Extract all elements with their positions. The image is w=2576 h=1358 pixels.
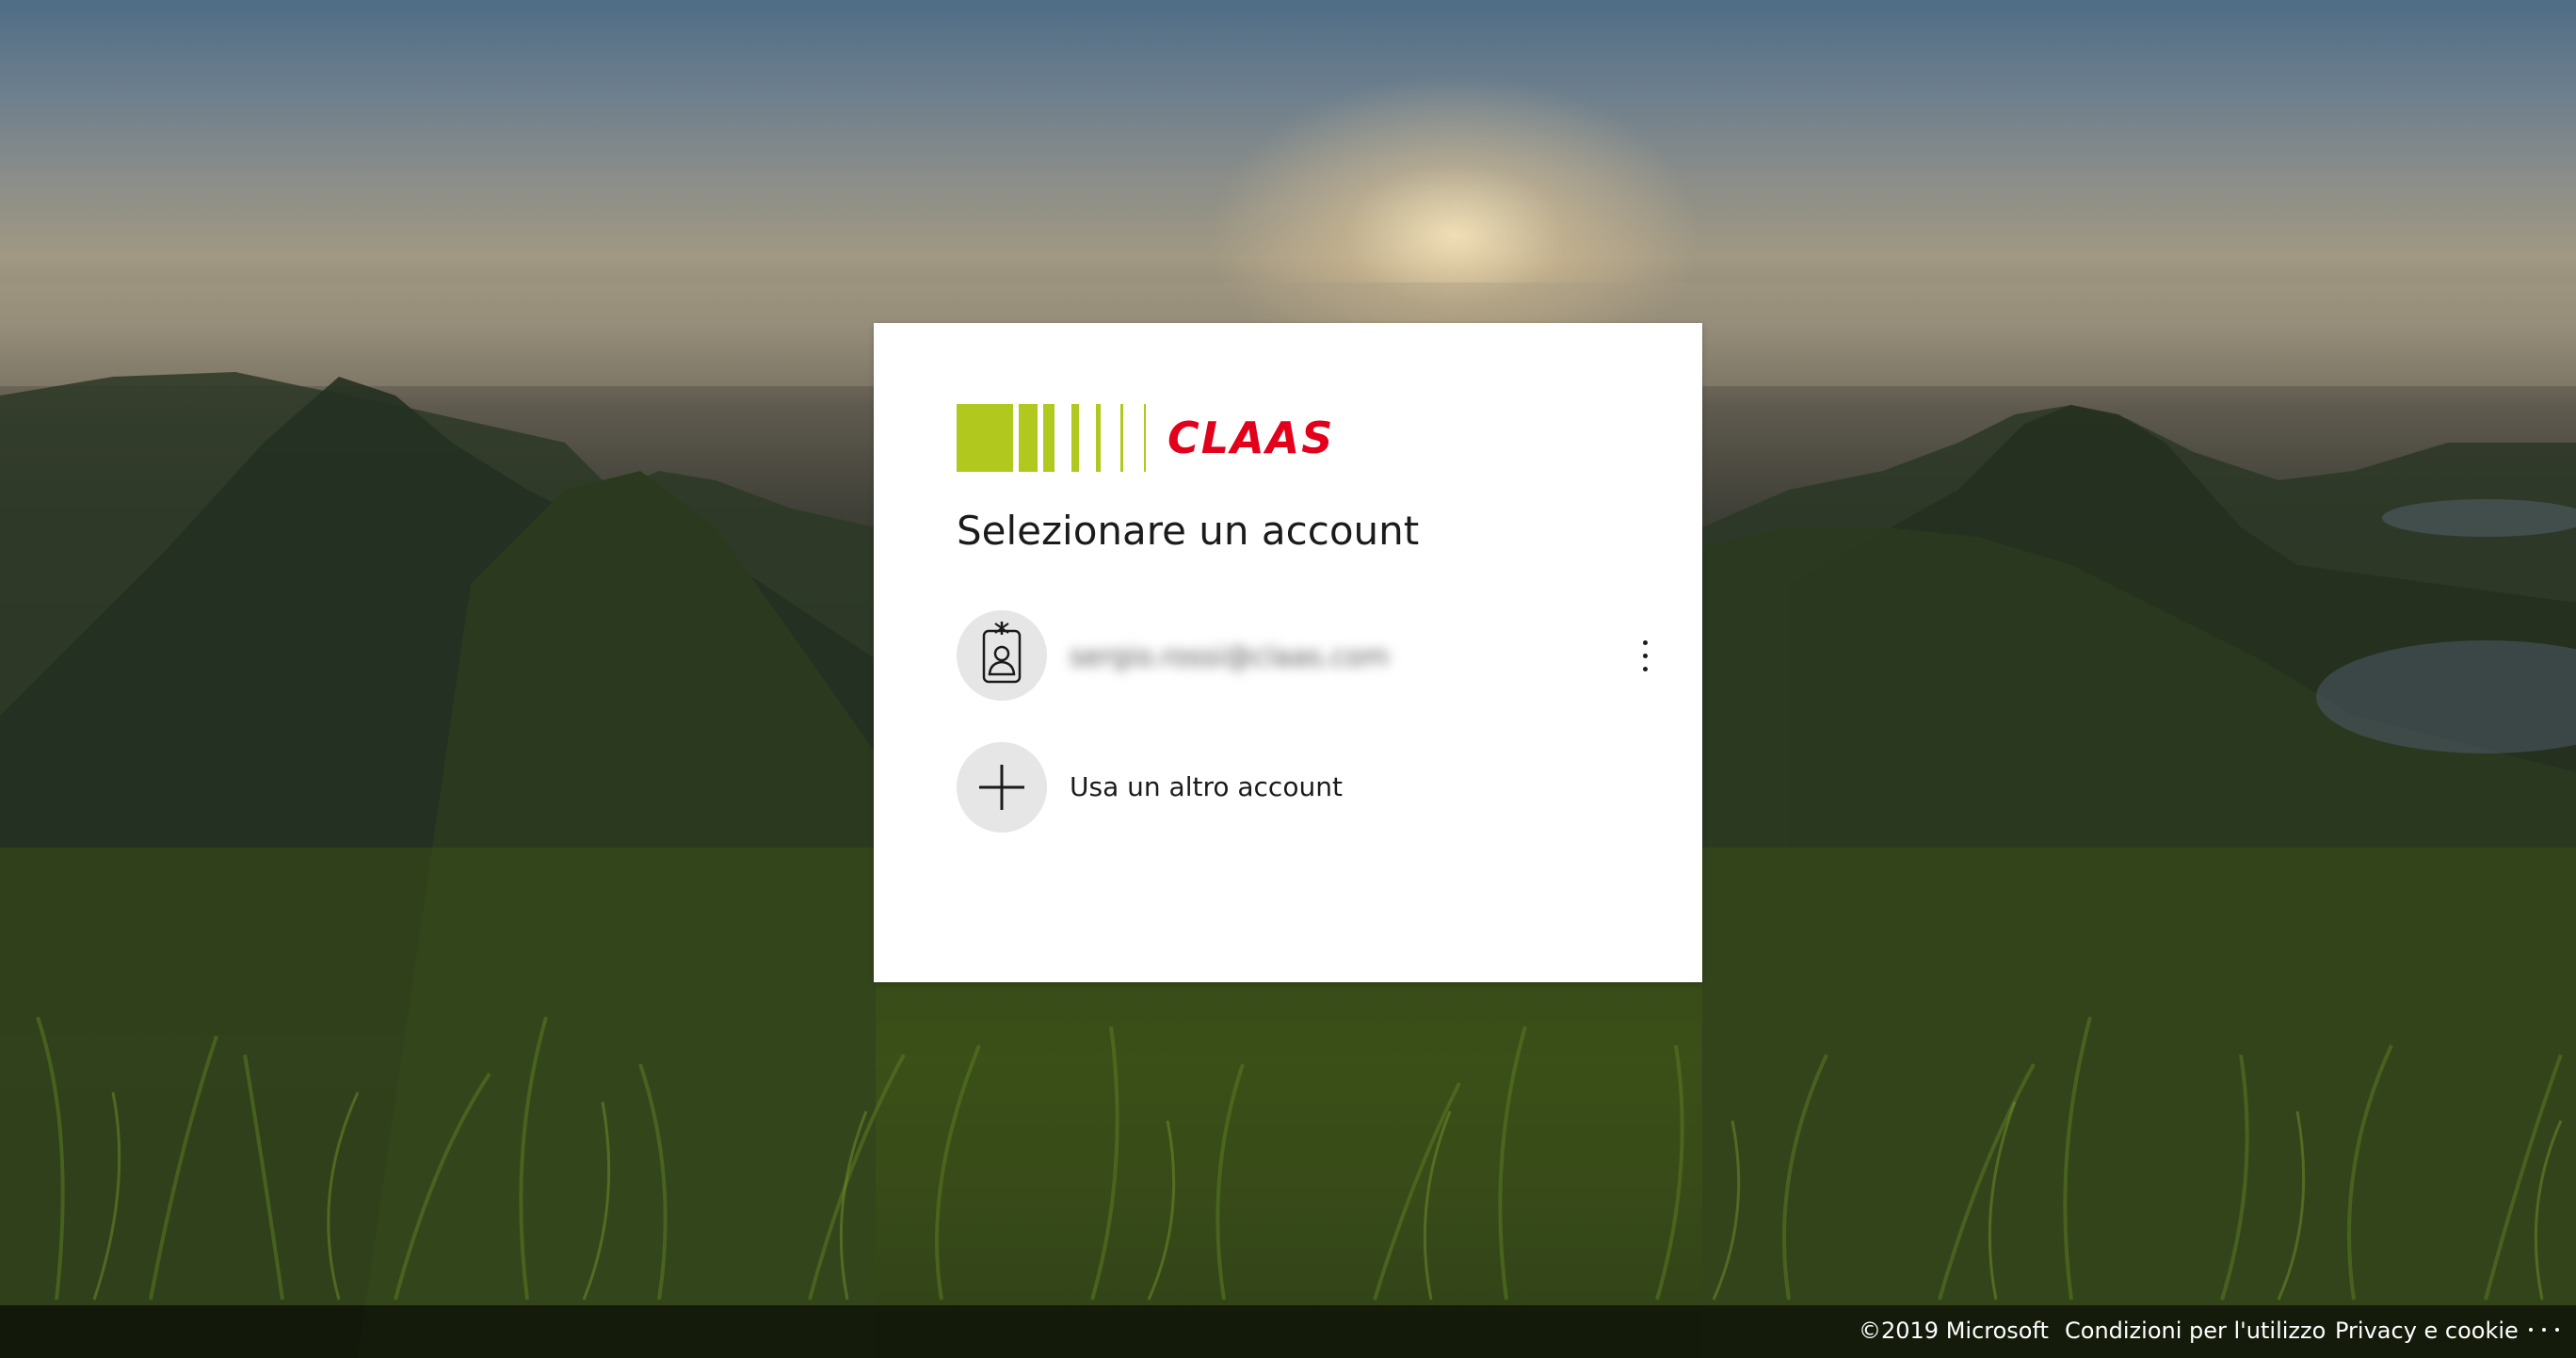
claas-logo: CLAAS: [957, 404, 1371, 472]
footer-privacy-link[interactable]: Privacy e cookie: [2335, 1318, 2519, 1344]
footer-copyright: ©2019 Microsoft: [1859, 1318, 2049, 1344]
footer-bar: ©2019 Microsoft Condizioni per l'utilizz…: [0, 1305, 2576, 1358]
account-avatar: [957, 610, 1047, 701]
account-tile[interactable]: sergio.rossi@claas.com: [957, 608, 1672, 703]
use-another-avatar: [957, 742, 1047, 833]
brand-name: CLAAS: [1167, 412, 1335, 463]
footer-terms-link[interactable]: Condizioni per l'utilizzo: [2065, 1318, 2326, 1344]
use-another-account-tile[interactable]: Usa un altro account: [957, 740, 1672, 834]
vertical-ellipsis-icon[interactable]: [1627, 629, 1665, 682]
account-email: sergio.rossi@claas.com: [1070, 640, 1390, 671]
use-another-account-label: Usa un altro account: [1070, 771, 1343, 802]
sign-in-card: CLAAS Selezionare un account sergio.ross…: [874, 323, 1702, 982]
horizontal-ellipsis-icon[interactable]: [2527, 1328, 2565, 1337]
badge-person-icon: [982, 622, 1022, 684]
page-title: Selezionare un account: [957, 508, 1420, 554]
plus-icon: [979, 765, 1024, 810]
